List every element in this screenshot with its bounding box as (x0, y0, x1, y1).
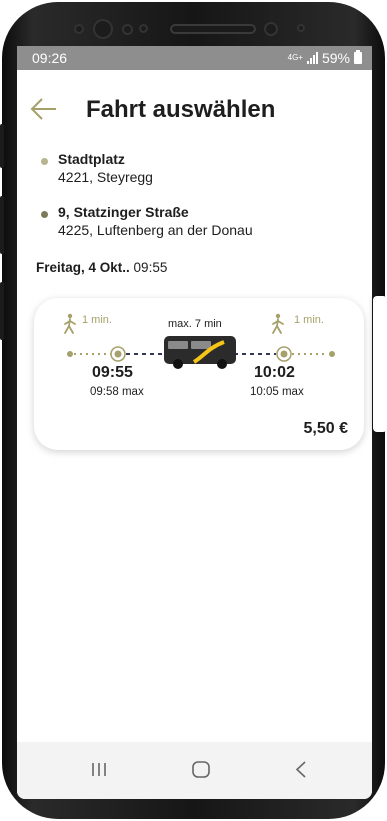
arrival-time: 10:02 (254, 364, 295, 381)
stop-name: 9, Statzinger Straße (58, 204, 189, 220)
sensor-dot (139, 24, 148, 33)
stop-name: Stadtplatz (58, 151, 125, 167)
recent-apps-icon[interactable] (79, 754, 119, 786)
android-nav-bar (17, 742, 372, 799)
volume-button (0, 124, 4, 168)
bus-icon (164, 336, 236, 369)
bixby-button (0, 282, 4, 340)
sensor-dot (297, 24, 305, 32)
status-time: 09:26 (32, 50, 68, 66)
trip-option-card[interactable]: 1 min. 1 min. max. 7 min 09:55 09:58 max… (34, 298, 364, 450)
iris-camera (264, 22, 278, 36)
route-graphic (64, 313, 335, 369)
trip-day: Freitag, 4 Okt.. (36, 260, 130, 275)
trip-time: 09:55 (133, 260, 168, 275)
trip-price: 5,50 € (303, 420, 348, 437)
stop-address: 4221, Steyregg (58, 169, 153, 185)
status-indicators: 4G+ 59% (288, 50, 362, 66)
trip-date: Freitag, 4 Okt.. 09:55 (36, 260, 167, 275)
page-header: Fahrt auswählen (17, 90, 372, 130)
walk-after: 1 min. (294, 314, 324, 326)
arrival-max: 10:05 max (250, 386, 304, 398)
phone-top-bezel (2, 2, 385, 50)
walk-before: 1 min. (82, 314, 112, 326)
battery-percent: 59% (321, 50, 350, 66)
edge-panel-handle[interactable] (373, 296, 387, 432)
walk-icon (272, 313, 284, 334)
page-title: Fahrt auswählen (86, 96, 276, 123)
front-camera (93, 19, 113, 39)
status-bar: 09:26 4G+ 59% (17, 46, 372, 70)
ride-duration: max. 7 min (168, 318, 222, 330)
network-type: 4G+ (287, 53, 303, 62)
arrow-left-icon[interactable] (29, 94, 59, 124)
volume-button (0, 196, 4, 254)
app-screen: 09:26 4G+ 59% Fahrt auswählen Stadtplatz… (17, 46, 372, 799)
back-chevron-icon[interactable] (281, 754, 321, 786)
home-icon[interactable] (181, 754, 221, 786)
stop-address: 4225, Luftenberg an der Donau (58, 222, 253, 238)
earpiece-speaker (170, 24, 256, 34)
end-point (329, 351, 335, 357)
walk-icon (64, 313, 76, 334)
sensor-dot (122, 24, 133, 35)
departure-time: 09:55 (92, 364, 133, 381)
battery-icon (354, 50, 362, 64)
start-point (67, 351, 73, 357)
stop-dot-icon (41, 158, 48, 165)
signal-icon (306, 52, 318, 64)
stop-dot-icon (41, 211, 48, 218)
sensor-dot (74, 24, 84, 34)
departure-max: 09:58 max (90, 386, 144, 398)
